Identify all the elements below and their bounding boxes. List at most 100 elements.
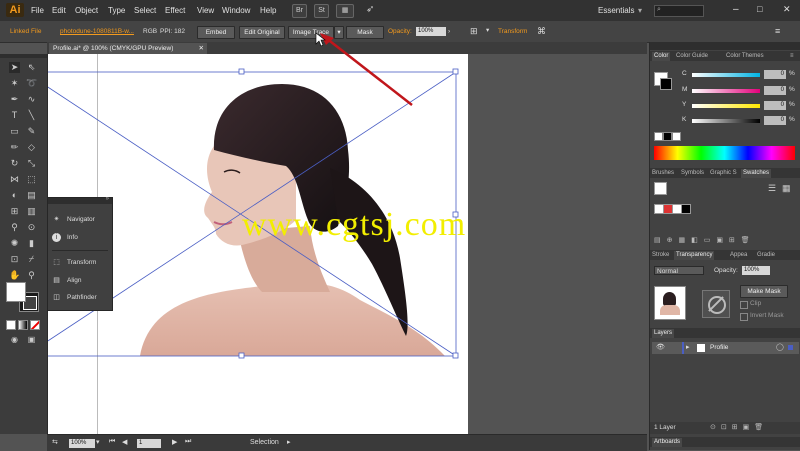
dock-header[interactable] (650, 42, 800, 50)
blend-mode-select[interactable]: Normal (654, 266, 704, 275)
eraser-tool-icon[interactable]: ◇ (26, 142, 37, 153)
floating-panel-header[interactable]: » (48, 196, 112, 204)
selection-indicator[interactable] (788, 345, 793, 350)
magic-wand-tool-icon[interactable]: ✶ (9, 78, 20, 89)
tab-stroke[interactable]: Stroke (652, 251, 669, 260)
magenta-track[interactable] (692, 89, 760, 93)
transform-panel-item[interactable]: ⬚ Transform (52, 257, 96, 269)
tab-color-themes[interactable]: Color Themes (726, 52, 764, 61)
screen-mode-icon[interactable]: ▣ (26, 334, 37, 345)
mesh-tool-icon[interactable]: ⊞ (9, 206, 20, 217)
slice-tool-icon[interactable]: ⌿ (26, 254, 37, 265)
first-artboard-icon[interactable]: ⏮ (109, 438, 115, 446)
next-artboard-icon[interactable]: ▶ (172, 438, 177, 446)
pencil-tool-icon[interactable]: ✏ (9, 142, 20, 153)
scale-tool-icon[interactable]: ⤡ (26, 158, 37, 169)
blend-tool-icon[interactable]: ⊙ (26, 222, 37, 233)
tab-artboards[interactable]: Artboards (652, 438, 683, 447)
color-spectrum[interactable] (654, 146, 795, 160)
white-swatch[interactable] (672, 132, 681, 141)
black-swatch[interactable] (663, 132, 672, 141)
direct-selection-tool-icon[interactable]: ⇖ (26, 62, 37, 73)
tab-color[interactable]: Color (652, 52, 671, 61)
curvature-tool-icon[interactable]: ∿ (26, 94, 37, 105)
prev-artboard-icon[interactable]: ◀ (122, 438, 127, 446)
draw-mode-icon[interactable]: ◉ (9, 334, 20, 345)
cyan-value[interactable]: 0 (764, 70, 786, 79)
graph-tool-icon[interactable]: ▮ (26, 238, 37, 249)
tab-layers[interactable]: Layers (652, 329, 675, 338)
tab-appearance[interactable]: Appea (730, 251, 747, 260)
navigator-panel-item[interactable]: ✴ Navigator (52, 214, 95, 226)
fill-swatch[interactable] (6, 282, 26, 302)
visibility-eye-icon[interactable]: 👁 (656, 343, 665, 351)
black-track[interactable] (692, 119, 760, 123)
lasso-tool-icon[interactable]: ➰ (26, 78, 37, 89)
cyan-slider[interactable]: C 0 % (654, 70, 800, 80)
rotate-tool-icon[interactable]: ↻ (9, 158, 20, 169)
yellow-value[interactable]: 0 (764, 101, 786, 110)
symbol-sprayer-tool-icon[interactable]: ✺ (9, 238, 20, 249)
none-mode-button[interactable] (30, 320, 40, 330)
grid-view-icon[interactable]: ▦ (782, 183, 791, 194)
panel-menu-icon[interactable]: ≡ (790, 52, 794, 61)
expand-arrow-icon[interactable]: ▸ (686, 343, 690, 351)
black-slider[interactable]: K 0 % (654, 116, 800, 126)
type-tool-icon[interactable]: T (9, 110, 20, 121)
yellow-track[interactable] (692, 104, 760, 108)
paintbrush-tool-icon[interactable]: ✎ (26, 126, 37, 137)
collapse-icon[interactable]: » (106, 196, 109, 202)
align-panel-item[interactable]: ▤ Align (52, 275, 81, 287)
black-value[interactable]: 0 (764, 116, 786, 125)
status-menu-icon[interactable]: ▸ (287, 438, 291, 446)
tab-gradient[interactable]: Gradie (757, 251, 775, 260)
artboard-tool-icon[interactable]: ⊡ (9, 254, 20, 265)
last-artboard-icon[interactable]: ⏭ (185, 438, 191, 446)
make-mask-button[interactable]: Make Mask (740, 285, 788, 298)
tab-brushes[interactable]: Brushes (652, 169, 674, 178)
zoom-field[interactable]: 100% (69, 439, 95, 448)
swatch-fill[interactable] (654, 182, 667, 195)
gradient-tool-icon[interactable]: ▥ (26, 206, 37, 217)
free-transform-tool-icon[interactable]: ⬚ (26, 174, 37, 185)
artboard-number-field[interactable]: 1 (137, 439, 161, 448)
pathfinder-panel-item[interactable]: ◫ Pathfinder (52, 292, 96, 304)
width-tool-icon[interactable]: ⋈ (9, 174, 20, 185)
object-thumbnail[interactable] (654, 286, 686, 320)
magenta-slider[interactable]: M 0 % (654, 86, 800, 96)
zoom-dropdown-icon[interactable]: ▾ (96, 438, 100, 446)
current-tool-label[interactable]: Selection (250, 439, 279, 446)
rectangle-tool-icon[interactable]: ▭ (9, 126, 20, 137)
tab-swatches[interactable]: Swatches (741, 169, 772, 178)
clip-checkbox[interactable] (740, 301, 748, 309)
selection-tool-icon[interactable]: ➤ (9, 62, 20, 73)
eyedropper-tool-icon[interactable]: ⚲ (9, 222, 20, 233)
tab-graphic-styles[interactable]: Graphic S (710, 169, 737, 178)
rotate-view-icon[interactable]: ⇆ (52, 438, 58, 446)
tab-symbols[interactable]: Symbols (681, 169, 704, 178)
line-tool-icon[interactable]: ╲ (26, 110, 37, 121)
transparency-opacity-field[interactable]: 100% (742, 266, 770, 275)
layer-row[interactable]: 👁 ▸ Profile ◯ (652, 342, 799, 354)
tab-transparency[interactable]: Transparency (674, 251, 715, 260)
yellow-slider[interactable]: Y 0 % (654, 101, 800, 111)
perspective-grid-tool-icon[interactable]: ▤ (26, 190, 37, 201)
swatches-footer-icons[interactable]: ▤⊕▦◧▭▣⊞🗑 (654, 236, 756, 244)
tools-panel-header[interactable] (0, 54, 47, 58)
list-view-icon[interactable]: ☰ (768, 183, 776, 194)
swatch-black[interactable] (681, 204, 691, 214)
hand-tool-icon[interactable]: ✋ (9, 270, 20, 281)
invert-mask-checkbox[interactable] (740, 313, 748, 321)
magenta-value[interactable]: 0 (764, 86, 786, 95)
target-icon[interactable]: ◯ (776, 343, 784, 351)
layer-name[interactable]: Profile (710, 344, 728, 351)
tab-color-guide[interactable]: Color Guide (676, 52, 708, 61)
mask-thumbnail[interactable] (702, 290, 730, 318)
gradient-mode-button[interactable] (18, 320, 28, 330)
pen-tool-icon[interactable]: ✒ (9, 94, 20, 105)
info-panel-item[interactable]: i Info (52, 232, 78, 244)
cyan-track[interactable] (692, 73, 760, 77)
color-mode-button[interactable] (6, 320, 16, 330)
zoom-tool-icon[interactable]: ⚲ (26, 270, 37, 281)
none-swatch[interactable] (654, 132, 663, 141)
